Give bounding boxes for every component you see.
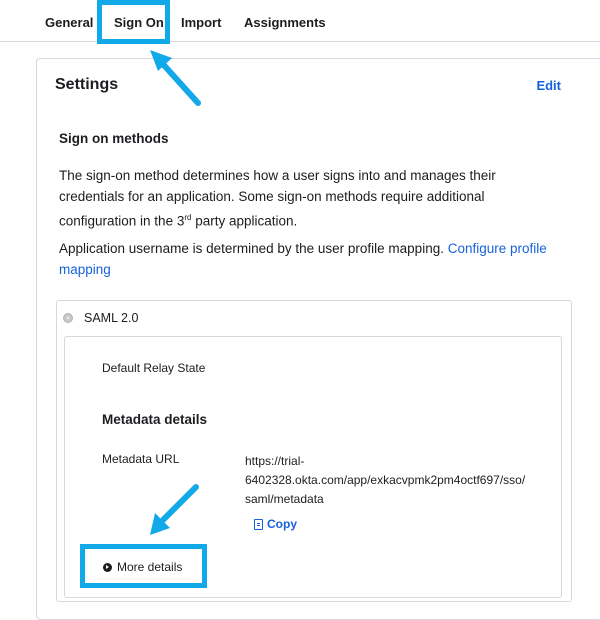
annotation-arrows xyxy=(150,50,201,535)
arrow-to-sign-on-tab xyxy=(150,50,201,106)
arrow-to-more-details xyxy=(150,484,199,535)
